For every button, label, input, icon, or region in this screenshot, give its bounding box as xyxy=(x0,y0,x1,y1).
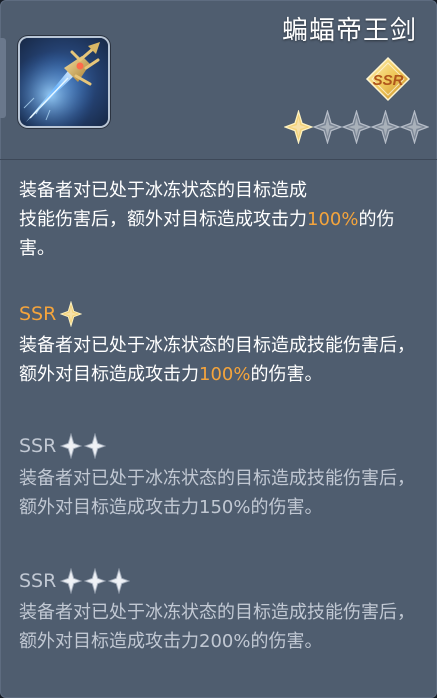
svg-text:SSR: SSR xyxy=(373,72,404,89)
star-rating xyxy=(284,110,430,146)
tier-description-2: 装备者对已处于冰冻状态的目标造成技能伤害后，额外对目标造成攻击力150%的伤害。 xyxy=(19,468,415,518)
tier-description-3: 装备者对已处于冰冻状态的目标造成技能伤害后，额外对目标造成攻击力200%的伤害。 xyxy=(19,602,415,652)
star-empty-icon xyxy=(371,110,400,144)
ssr-rarity-badge: SSR xyxy=(365,56,411,102)
weapon-detail-panel: 蝙蝠帝王剑 SSR 装备者对已处于冰冻状态的目标造成 技能伤害后，额外对目标造成… xyxy=(0,0,437,698)
tier-description-1: 装备者对已处于冰冻状态的目标造成技能伤害后，额外对目标造成攻击力100%的伤害。 xyxy=(19,335,415,385)
tier-star-icon xyxy=(60,568,83,594)
tier-star-icon xyxy=(108,568,131,594)
tier-star-icon xyxy=(84,433,107,459)
weapon-name: 蝙蝠帝王剑 xyxy=(281,16,417,46)
star-filled-icon xyxy=(284,110,313,144)
star-empty-icon xyxy=(342,110,371,144)
weapon-portrait xyxy=(20,38,108,126)
tier-star-icon xyxy=(60,433,83,459)
weapon-description: 装备者对已处于冰冻状态的目标造成 技能伤害后，额外对目标造成攻击力100%的伤害… xyxy=(19,180,395,259)
panel-edge-tab[interactable] xyxy=(0,38,6,118)
header-divider xyxy=(0,159,437,160)
sword-icon xyxy=(20,38,108,126)
star-empty-icon xyxy=(313,110,342,144)
tier-star-icon xyxy=(84,568,107,594)
tier-header-3: SSR xyxy=(19,567,131,595)
tier-star-icon xyxy=(60,301,83,327)
tier-header-2: SSR xyxy=(19,432,107,460)
tier-header-1: SSR xyxy=(19,300,83,328)
description-value: 100% xyxy=(307,209,359,230)
star-empty-icon xyxy=(400,110,429,144)
